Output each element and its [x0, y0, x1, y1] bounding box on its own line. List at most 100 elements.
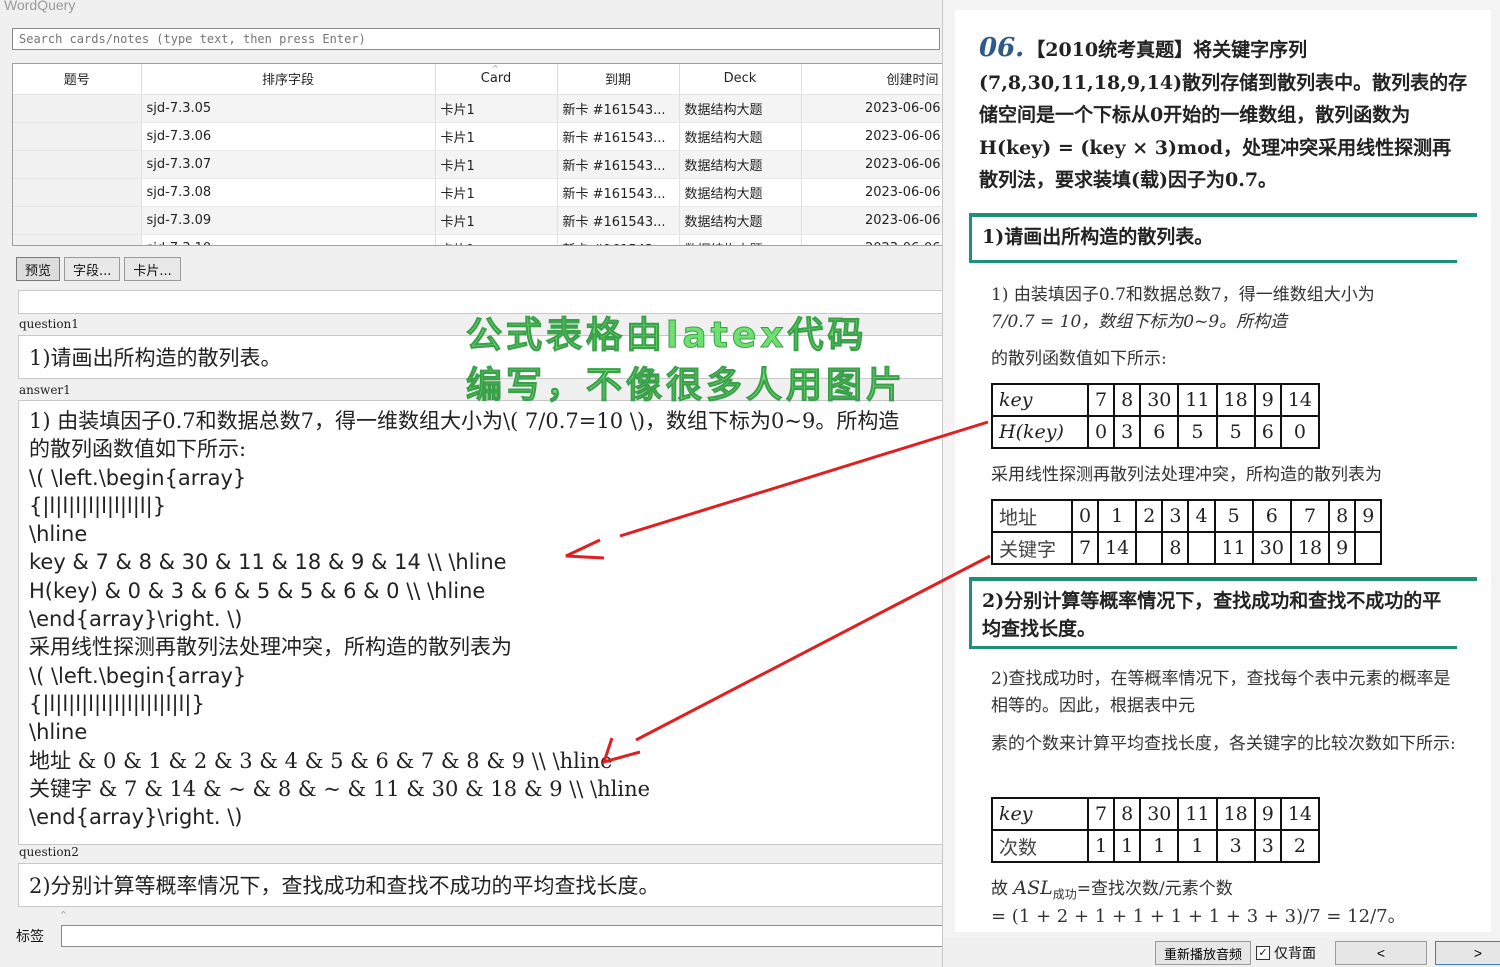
preview-button[interactable]: 预览: [16, 257, 61, 281]
replay-audio-button[interactable]: 重新播放音频: [1155, 941, 1251, 965]
answer-line: {|l|l|l|l|l|l|l|l|l|l|l|}: [29, 691, 205, 716]
table-cell: 9: [1328, 531, 1357, 565]
previous-card-button[interactable]: <: [1335, 941, 1427, 965]
table-cell: 卡片1: [435, 150, 558, 179]
answer-line: key & 7 & 8 & 30 & 11 & 18 & 9 & 14 \\ \…: [29, 550, 507, 575]
table-cell: [1135, 531, 1164, 565]
back-only-checkbox[interactable]: ✓ 仅背面: [1256, 943, 1316, 963]
answer-paragraph-1: 1) 由装填因子0.7和数据总数7，得一维数组大小为 7/0.7 = 10，数组…: [991, 282, 1461, 336]
table-cell: 5: [1213, 499, 1254, 533]
table-cell: 新卡 #161543...: [557, 150, 680, 179]
table-cell: sjd-7.3.05: [141, 94, 436, 123]
table-cell: 2023-06-06: [801, 178, 942, 207]
answer-line-1b: 7/0.7 = 10，数组下标为0~9。所构造: [991, 312, 1288, 332]
answer-line: 采用线性探测再散列法处理冲突，所构造的散列表为: [29, 635, 512, 660]
field-label-answer1: answer1: [19, 383, 71, 397]
table-cell: 2023-06-06: [801, 122, 942, 151]
answer-line: \( \left.\begin{array}: [29, 465, 247, 490]
table-cell: 6: [1251, 499, 1292, 533]
table-row[interactable]: sjd-7.3.08 卡片1 新卡 #161543... 数据结构大题 2023-06-…: [13, 178, 942, 207]
table-cell: sjd-7.3.07: [141, 150, 436, 179]
row-label-keyword: 关键字: [991, 531, 1073, 565]
table-cell: 4: [1187, 499, 1216, 533]
table-cell: 8: [1161, 531, 1190, 565]
table-cell: 14: [1279, 383, 1321, 417]
preview-pane: 06. 【2010统考真题】将关键字序列(7,8,30,11,18,9,14)散列…: [942, 0, 1500, 967]
column-header-created[interactable]: 创建时间: [801, 64, 942, 95]
table-cell: 卡片1: [435, 178, 558, 207]
answer-line: 的散列函数值如下所示:: [29, 437, 247, 462]
table-cell: 3: [1161, 499, 1190, 533]
table-cell: 2: [1279, 829, 1321, 863]
table-cell: 14: [1279, 797, 1321, 831]
table-cell: 18: [1215, 383, 1256, 417]
table-cell: 新卡 #161543...: [557, 94, 680, 123]
table-row[interactable]: sjd-7.3.05 卡片1 新卡 #161543... 数据结构大题 2023-06-…: [13, 94, 942, 123]
table-cell: 数据结构大题: [679, 206, 802, 235]
hash-function-table: key 7 8 30 11 18 9 14 H(key) 0 3 6 5 5 6 0: [991, 383, 1321, 449]
table-cell: sjd-7.3.08: [141, 178, 436, 207]
table-cell: 8: [1113, 797, 1142, 831]
column-header-deck[interactable]: Deck: [679, 64, 802, 95]
table-row[interactable]: sjd-7.3.06 卡片1 新卡 #161543... 数据结构大题 2023-06-…: [13, 122, 942, 151]
table-row[interactable]: sjd-7.3.07 卡片1 新卡 #161543... 数据结构大题 2023-06-…: [13, 150, 942, 179]
table-cell: 14: [1097, 531, 1138, 565]
table-cell: 卡片1: [435, 122, 558, 151]
table-cell: 30: [1251, 531, 1292, 565]
table-cell: sjd-7.3.10: [141, 234, 436, 245]
column-header-due[interactable]: 到期: [557, 64, 680, 95]
table-cell: [13, 234, 142, 245]
answer1-field[interactable]: 1) 由装填因子0.7和数据总数7，得一维数组大小为\( 7/0.7=10 \)…: [18, 400, 942, 845]
table-cell: 数据结构大题: [679, 234, 802, 245]
next-card-button[interactable]: >: [1435, 941, 1500, 965]
answer-line: \hline: [29, 522, 88, 547]
table-cell: 11: [1177, 383, 1218, 417]
question2-field[interactable]: 2)分别计算等概率情况下，查找成功和查找不成功的平均查找长度。: [18, 863, 942, 907]
table-row: 次数 1 1 1 1 3 3 2: [991, 829, 1321, 863]
table-cell: 2023-06-06: [801, 234, 942, 245]
checkbox-checked-icon[interactable]: ✓: [1256, 946, 1270, 960]
table-row: key 7 8 30 11 18 9 14: [991, 383, 1321, 417]
review-bottom-bar: 重新播放音频 ✓ 仅背面 < >: [943, 938, 1500, 967]
table-cell: [1187, 531, 1216, 565]
field-editor-blank[interactable]: [18, 290, 942, 314]
table-cell: 卡片1: [435, 94, 558, 123]
column-header-sort-field[interactable]: 排序字段: [141, 64, 436, 95]
table-row[interactable]: sjd-7.3.10卡片1新卡 #161543...数据结构大题2023-06-…: [13, 234, 942, 245]
question1-field[interactable]: 1)请画出所构造的散列表。: [18, 335, 942, 379]
search-input[interactable]: [12, 28, 940, 50]
table-cell: sjd-7.3.06: [141, 122, 436, 151]
table-row[interactable]: sjd-7.3.09 卡片1 新卡 #161543... 数据结构大题 2023-06-…: [13, 206, 942, 235]
table-cell: 8: [1113, 383, 1142, 417]
table-cell: sjd-7.3.09: [141, 206, 436, 235]
hash-table: 地址 0 1 2 3 4 5 6 7 8 9 关键字 7 14 8 11 30 18 9: [991, 499, 1383, 565]
answer-line: 1) 由装填因子0.7和数据总数7，得一维数组大小为\( 7/0.7=10 \)…: [29, 409, 900, 433]
tags-input[interactable]: [61, 925, 942, 947]
table-cell: 1: [1097, 499, 1138, 533]
table-cell: 新卡 #161543...: [557, 206, 680, 235]
table-cell: 30: [1139, 383, 1180, 417]
cards-button[interactable]: 卡片...: [124, 257, 181, 281]
answer-line-1a: 1) 由装填因子0.7和数据总数7，得一维数组大小为: [991, 285, 1375, 305]
answer-paragraph-4: 2)查找成功时，在等概率情况下，查找每个表中元素的概率是相等的。因此，根据表中元: [991, 669, 1451, 716]
asl-symbol: ASL: [1013, 877, 1053, 899]
table-cell: [13, 178, 142, 207]
editor-toolbar: 预览 字段... 卡片...: [16, 257, 181, 281]
compare-count-table: key 7 8 30 11 18 9 14 次数 1 1 1 1 3 3 2: [991, 797, 1321, 863]
table-cell: 2023-06-06: [801, 94, 942, 123]
back-only-label: 仅背面: [1274, 946, 1316, 962]
table-cell: 2: [1135, 499, 1164, 533]
table-cell: 数据结构大题: [679, 94, 802, 123]
table-cell: 18: [1289, 531, 1331, 565]
table-cell: 2023-06-06: [801, 206, 942, 235]
table-cell: 3: [1113, 415, 1142, 449]
card-preview: 06. 【2010统考真题】将关键字序列(7,8,30,11,18,9,14)散列…: [955, 10, 1491, 932]
fields-button[interactable]: 字段...: [64, 257, 121, 281]
table-cell: 1: [1113, 829, 1142, 863]
answer-line: \end{array}\right. \): [29, 607, 243, 632]
table-cell: 7: [1086, 383, 1116, 417]
column-header-number[interactable]: 题号: [13, 64, 142, 95]
table-cell: 新卡 #161543...: [557, 178, 680, 207]
question-number: 06.: [979, 33, 1025, 63]
table-cell: [13, 94, 142, 123]
